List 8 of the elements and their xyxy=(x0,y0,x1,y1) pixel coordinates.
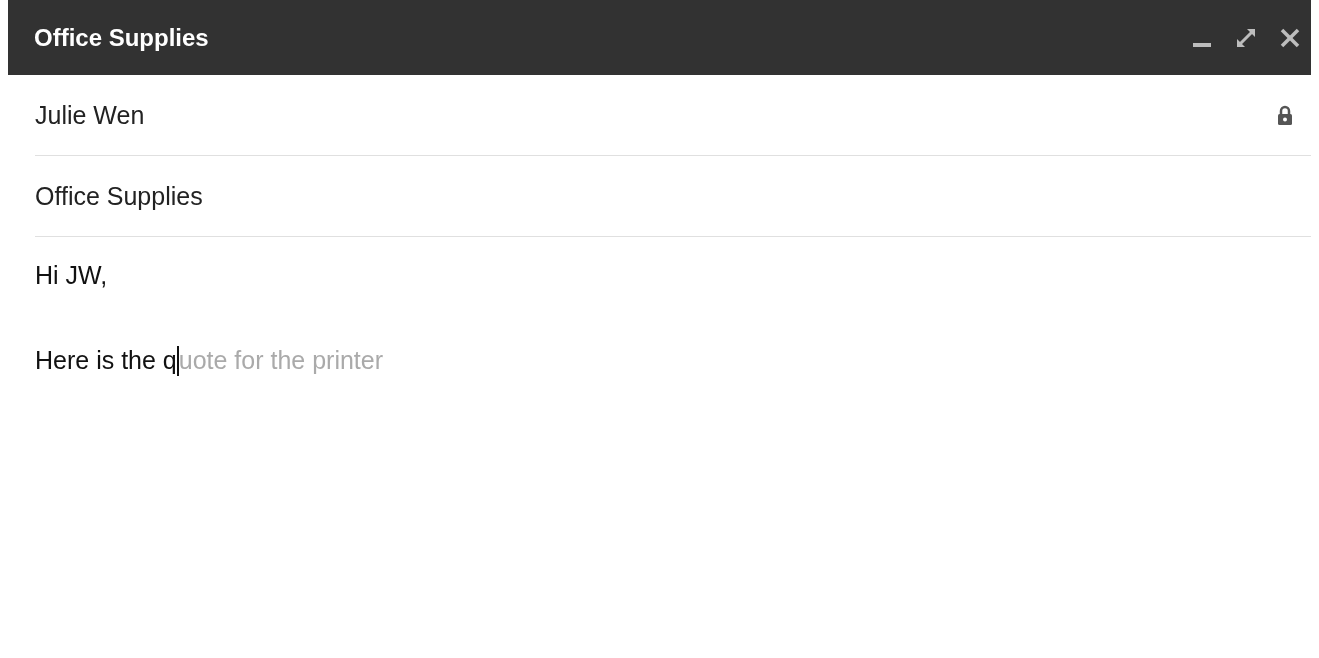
body-text: Here is the q xyxy=(35,346,177,375)
close-icon[interactable] xyxy=(1279,26,1301,49)
recipient-field[interactable]: Julie Wen xyxy=(35,100,145,130)
expand-icon[interactable] xyxy=(1235,26,1257,49)
subject-field[interactable]: Office Supplies xyxy=(35,181,203,211)
window-title: Office Supplies xyxy=(34,23,209,52)
text-cursor xyxy=(176,346,179,376)
body-text: Hi JW, xyxy=(35,261,109,291)
